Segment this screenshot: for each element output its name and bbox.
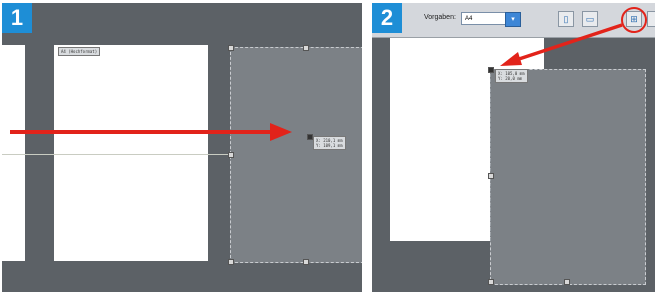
screenshot-panel-1: 1 A4 (Hochformat) X: 210,1 mm Y: 109,1 m… bbox=[2, 3, 362, 292]
red-arrow-right bbox=[10, 123, 292, 141]
step-number-badge: 1 bbox=[2, 3, 32, 33]
screenshot-panel-2: 2 Vorgaben: A4 ▾ ▯ ▭ ⊞ X: 105,0 mm Y: 20… bbox=[372, 3, 655, 292]
step-number-badge: 2 bbox=[372, 3, 402, 33]
red-arrow-diagonal bbox=[500, 23, 623, 66]
